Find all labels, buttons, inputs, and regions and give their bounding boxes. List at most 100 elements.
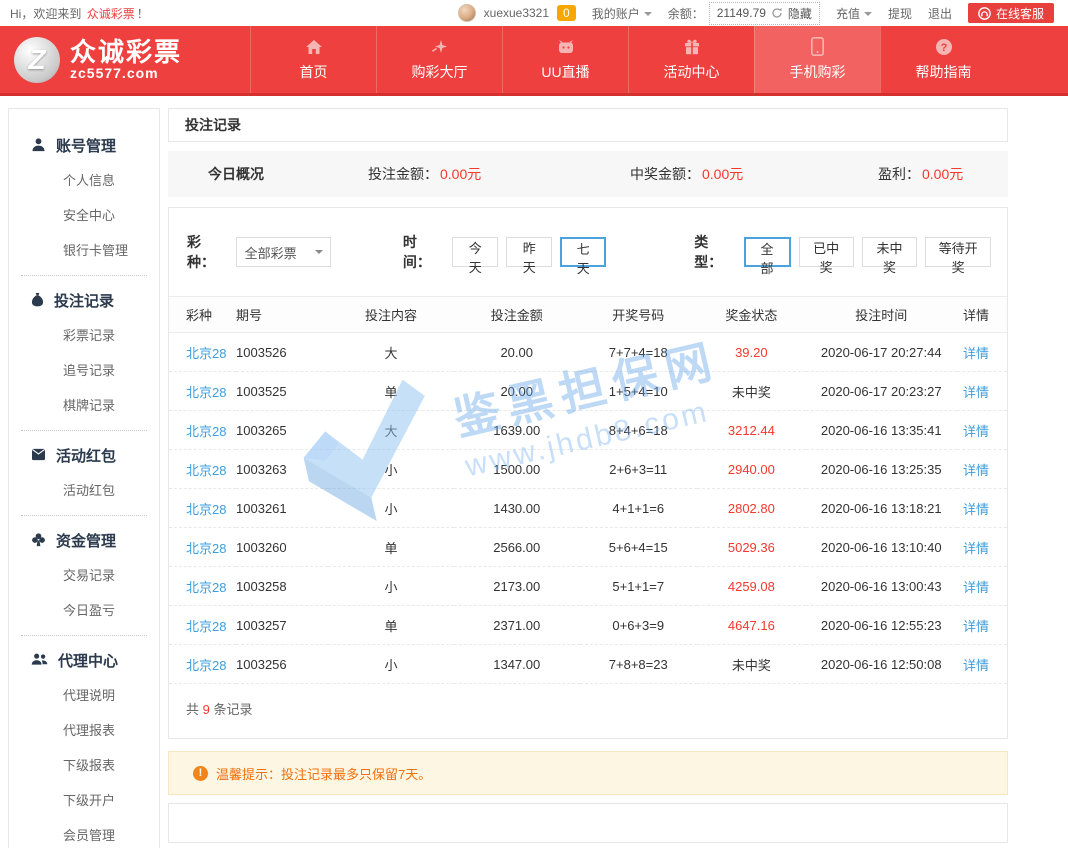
refresh-icon[interactable] — [771, 7, 783, 19]
lottery-link[interactable]: 北京28 — [186, 619, 226, 634]
sidebar-item[interactable]: 个人信息 — [63, 170, 149, 189]
user-info: xuexue3321 0 — [458, 4, 576, 22]
nav-item-4[interactable]: 手机购彩 — [754, 26, 880, 93]
bet-amount-cell: 1347.00 — [454, 645, 580, 684]
detail-link[interactable]: 详情 — [963, 502, 989, 517]
detail-link[interactable]: 详情 — [963, 463, 989, 478]
sidebar-item[interactable]: 代理报表 — [63, 720, 149, 739]
sidebar-item[interactable]: 彩票记录 — [63, 325, 149, 344]
nav-item-label: UU直播 — [541, 62, 589, 82]
nav-item-5[interactable]: ? 帮助指南 — [880, 26, 1006, 93]
sidebar-item[interactable]: 代理说明 — [63, 685, 149, 704]
sidebar-item[interactable]: 追号记录 — [63, 360, 149, 379]
sidebar-item[interactable]: 活动红包 — [63, 480, 149, 499]
type-filter-1[interactable]: 已中奖 — [799, 237, 854, 267]
lottery-link[interactable]: 北京28 — [186, 541, 226, 556]
lottery-link[interactable]: 北京28 — [186, 580, 226, 595]
detail-link[interactable]: 详情 — [963, 658, 989, 673]
bet-amount-cell: 1430.00 — [454, 489, 580, 528]
column-header: 开奖号码 — [580, 297, 697, 333]
lottery-link[interactable]: 北京28 — [186, 385, 226, 400]
logout-link[interactable]: 退出 — [928, 5, 952, 22]
sidebar-item[interactable]: 会员管理 — [63, 825, 149, 844]
recharge-menu[interactable]: 充值 — [836, 5, 872, 22]
time-filter-0[interactable]: 今天 — [452, 237, 498, 267]
main-content: 投注记录 今日概况 投注金额： 0.00元 中奖金额： 0.00元 盈利： 0.… — [168, 108, 1008, 848]
bet-content-cell: 单 — [328, 606, 454, 645]
table-row: 北京28 1003260 单 2566.00 5+6+4=15 5029.36 … — [169, 528, 1007, 567]
issue-cell: 1003258 — [236, 567, 328, 606]
detail-link[interactable]: 详情 — [963, 541, 989, 556]
user-icon — [31, 137, 46, 155]
type-filter-label: 类型： — [694, 232, 731, 272]
bet-content-cell: 单 — [328, 528, 454, 567]
username: xuexue3321 — [484, 6, 549, 20]
phone-icon — [811, 38, 824, 56]
bet-content-cell: 大 — [328, 333, 454, 372]
sidebar-divider — [21, 635, 147, 636]
sidebar-section-title[interactable]: 资金管理 — [31, 530, 149, 551]
site-logo[interactable]: Z 众诚彩票 zc5577.com — [0, 26, 250, 93]
balance-value: 21149.79 — [717, 6, 766, 20]
bet-content-cell: 小 — [328, 567, 454, 606]
sidebar-section-title[interactable]: 投注记录 — [31, 290, 149, 311]
sidebar-item[interactable]: 安全中心 — [63, 205, 149, 224]
sidebar-item[interactable]: 棋牌记录 — [63, 395, 149, 414]
time-filter-label: 时间： — [403, 232, 440, 272]
type-filter-0[interactable]: 全部 — [744, 237, 791, 267]
result-cell: 2+6+3=11 — [580, 450, 697, 489]
bet-time-cell: 2020-06-16 13:18:21 — [806, 489, 957, 528]
nav-item-2[interactable]: UU直播 — [502, 26, 628, 93]
sidebar-section-title[interactable]: 代理中心 — [31, 650, 149, 671]
result-cell: 7+7+4=18 — [580, 333, 697, 372]
summary-item-2: 盈利： 0.00元 — [878, 164, 963, 184]
detail-link[interactable]: 详情 — [963, 424, 989, 439]
sidebar-item[interactable]: 下级报表 — [63, 755, 149, 774]
hide-balance-toggle[interactable]: 隐藏 — [788, 5, 812, 22]
detail-link[interactable]: 详情 — [963, 385, 989, 400]
lottery-link[interactable]: 北京28 — [186, 502, 226, 517]
lottery-select[interactable]: 全部彩票 — [236, 237, 331, 267]
avatar[interactable] — [458, 4, 476, 22]
detail-link[interactable]: 详情 — [963, 619, 989, 634]
bottom-spacer-box — [168, 803, 1008, 843]
nav-item-0[interactable]: 首页 — [250, 26, 376, 93]
customer-service-button[interactable]: 在线客服 — [968, 3, 1054, 23]
sidebar-item[interactable]: 银行卡管理 — [63, 240, 149, 259]
sidebar-section-title[interactable]: 活动红包 — [31, 445, 149, 466]
funds-icon — [31, 532, 46, 550]
sidebar-divider — [21, 275, 147, 276]
table-header: 彩种期号投注内容投注金额开奖号码奖金状态投注时间详情 — [169, 297, 1007, 333]
withdraw-link[interactable]: 提现 — [888, 5, 912, 22]
prize-status-cell: 4259.08 — [697, 567, 806, 606]
issue-cell: 1003526 — [236, 333, 328, 372]
result-cell: 7+8+8=23 — [580, 645, 697, 684]
sidebar-item[interactable]: 交易记录 — [63, 565, 149, 584]
type-filter-2[interactable]: 未中奖 — [862, 237, 917, 267]
time-filter-2[interactable]: 七天 — [560, 237, 606, 267]
nav-item-3[interactable]: 活动中心 — [628, 26, 754, 93]
lottery-link[interactable]: 北京28 — [186, 658, 226, 673]
result-cell: 0+6+3=9 — [580, 606, 697, 645]
time-filter-1[interactable]: 昨天 — [506, 237, 552, 267]
type-filter-3[interactable]: 等待开奖 — [925, 237, 991, 267]
my-account-menu[interactable]: 我的账户 — [592, 5, 652, 22]
bet-amount-cell: 2371.00 — [454, 606, 580, 645]
red-envelope-icon — [31, 448, 46, 464]
detail-link[interactable]: 详情 — [963, 346, 989, 361]
lottery-link[interactable]: 北京28 — [186, 463, 226, 478]
sidebar-item[interactable]: 今日盈亏 — [63, 600, 149, 619]
live-icon — [557, 38, 575, 56]
lottery-link[interactable]: 北京28 — [186, 424, 226, 439]
lottery-link[interactable]: 北京28 — [186, 346, 226, 361]
detail-link[interactable]: 详情 — [963, 580, 989, 595]
sidebar-section-title[interactable]: 账号管理 — [31, 135, 149, 156]
sidebar-item[interactable]: 下级开户 — [63, 790, 149, 809]
chevron-down-icon — [315, 250, 323, 258]
result-cell: 5+6+4=15 — [580, 528, 697, 567]
bet-content-cell: 小 — [328, 645, 454, 684]
brand-link[interactable]: 众诚彩票 — [87, 7, 135, 21]
nav-item-1[interactable]: 购彩大厅 — [376, 26, 502, 93]
bet-time-cell: 2020-06-16 13:00:43 — [806, 567, 957, 606]
message-count-badge[interactable]: 0 — [557, 5, 576, 21]
